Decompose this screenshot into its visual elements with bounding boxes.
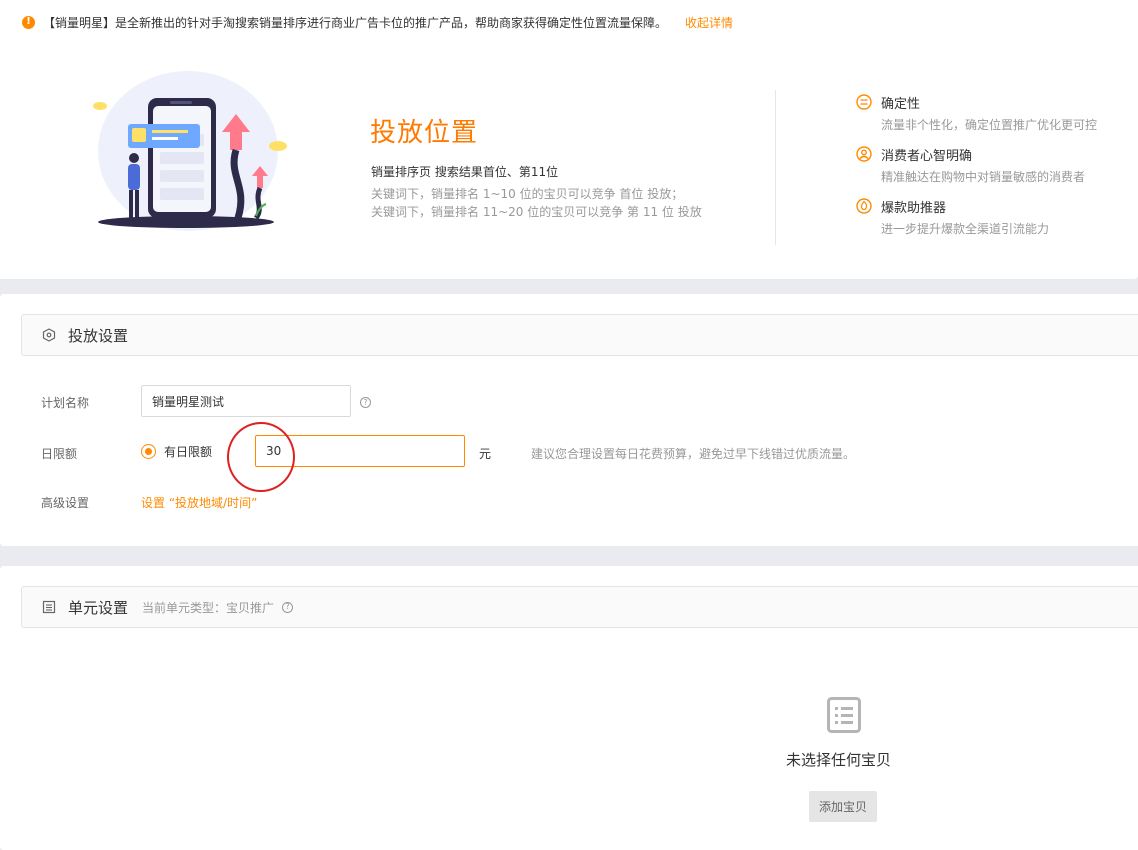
feature-title: 爆款助推器 <box>881 201 947 216</box>
booster-icon <box>856 198 872 214</box>
hexagon-settings-icon <box>42 328 56 342</box>
delivery-settings-card: 投放设置 计划名称 ? 日限额 有日限额 元 建议您合理设置每日花费预算，避免过… <box>0 294 1138 546</box>
hero-desc-line-2: 关键词下，销量排名 11~20 位的宝贝可以竞争 第 11 位 投放 <box>371 205 702 219</box>
daily-limit-input[interactable] <box>255 435 465 467</box>
list-doc-icon <box>42 600 56 614</box>
radio-label: 有日限额 <box>164 445 213 459</box>
info-icon: ! <box>22 15 35 29</box>
divider <box>775 90 776 245</box>
plan-name-input[interactable] <box>141 385 351 417</box>
phone-illustration-image <box>93 71 287 231</box>
add-item-button[interactable]: 添加宝贝 <box>809 791 877 822</box>
unit-type-text: 当前单元类型：宝贝推广 <box>142 600 275 615</box>
feature-title: 确定性 <box>881 97 921 112</box>
plan-name-label: 计划名称 <box>41 396 90 410</box>
budget-hint: 建议您合理设置每日花费预算，避免过早下线错过优质流量。 <box>531 447 856 461</box>
notice-bar: ! 【销量明星】是全新推出的针对手淘搜索销量排序进行商业广告卡位的推广产品，帮助… <box>22 12 733 32</box>
intro-card: ! 【销量明星】是全新推出的针对手淘搜索销量排序进行商业广告卡位的推广产品，帮助… <box>0 0 1138 279</box>
feature-desc: 进一步提升爆款全渠道引流能力 <box>881 222 1050 236</box>
unit-settings-card: 单元设置 当前单元类型：宝贝推广 ? 未选择任何宝贝 添加宝贝 <box>0 566 1138 850</box>
daily-limit-radio[interactable]: 有日限额 <box>141 443 212 460</box>
hero-desc-line-1: 关键词下，销量排名 1~10 位的宝贝可以竞争 首位 投放； <box>371 187 684 201</box>
unit-settings-header: 单元设置 当前单元类型：宝贝推广 ? <box>21 586 1138 628</box>
empty-list-icon <box>827 697 861 733</box>
section-title: 单元设置 <box>68 598 129 617</box>
currency-unit: 元 <box>479 447 492 461</box>
advanced-settings-label: 高级设置 <box>41 496 90 510</box>
consumer-icon <box>856 146 872 162</box>
collapse-details-link[interactable]: 收起详情 <box>685 14 733 31</box>
hero-subtitle: 销量排序页 搜索结果首位、第11位 <box>371 165 559 179</box>
delivery-settings-header: 投放设置 <box>21 314 1138 356</box>
hero-title: 投放位置 <box>370 118 479 148</box>
empty-state-text: 未选择任何宝贝 <box>786 751 892 769</box>
notice-text: 【销量明星】是全新推出的针对手淘搜索销量排序进行商业广告卡位的推广产品，帮助商家… <box>43 15 668 30</box>
feature-desc: 流量非个性化，确定位置推广优化更可控 <box>881 118 1098 132</box>
region-time-settings-link[interactable]: 设置 “投放地域/时间” <box>141 494 257 511</box>
help-icon[interactable]: ? <box>360 397 371 408</box>
help-icon[interactable]: ? <box>282 601 294 613</box>
feature-title: 消费者心智明确 <box>881 149 973 164</box>
daily-limit-label: 日限额 <box>41 447 78 461</box>
certainty-icon <box>856 94 872 110</box>
feature-desc: 精准触达在购物中对销量敏感的消费者 <box>881 170 1086 184</box>
radio-checked-icon[interactable] <box>141 444 156 459</box>
section-title: 投放设置 <box>68 326 129 345</box>
